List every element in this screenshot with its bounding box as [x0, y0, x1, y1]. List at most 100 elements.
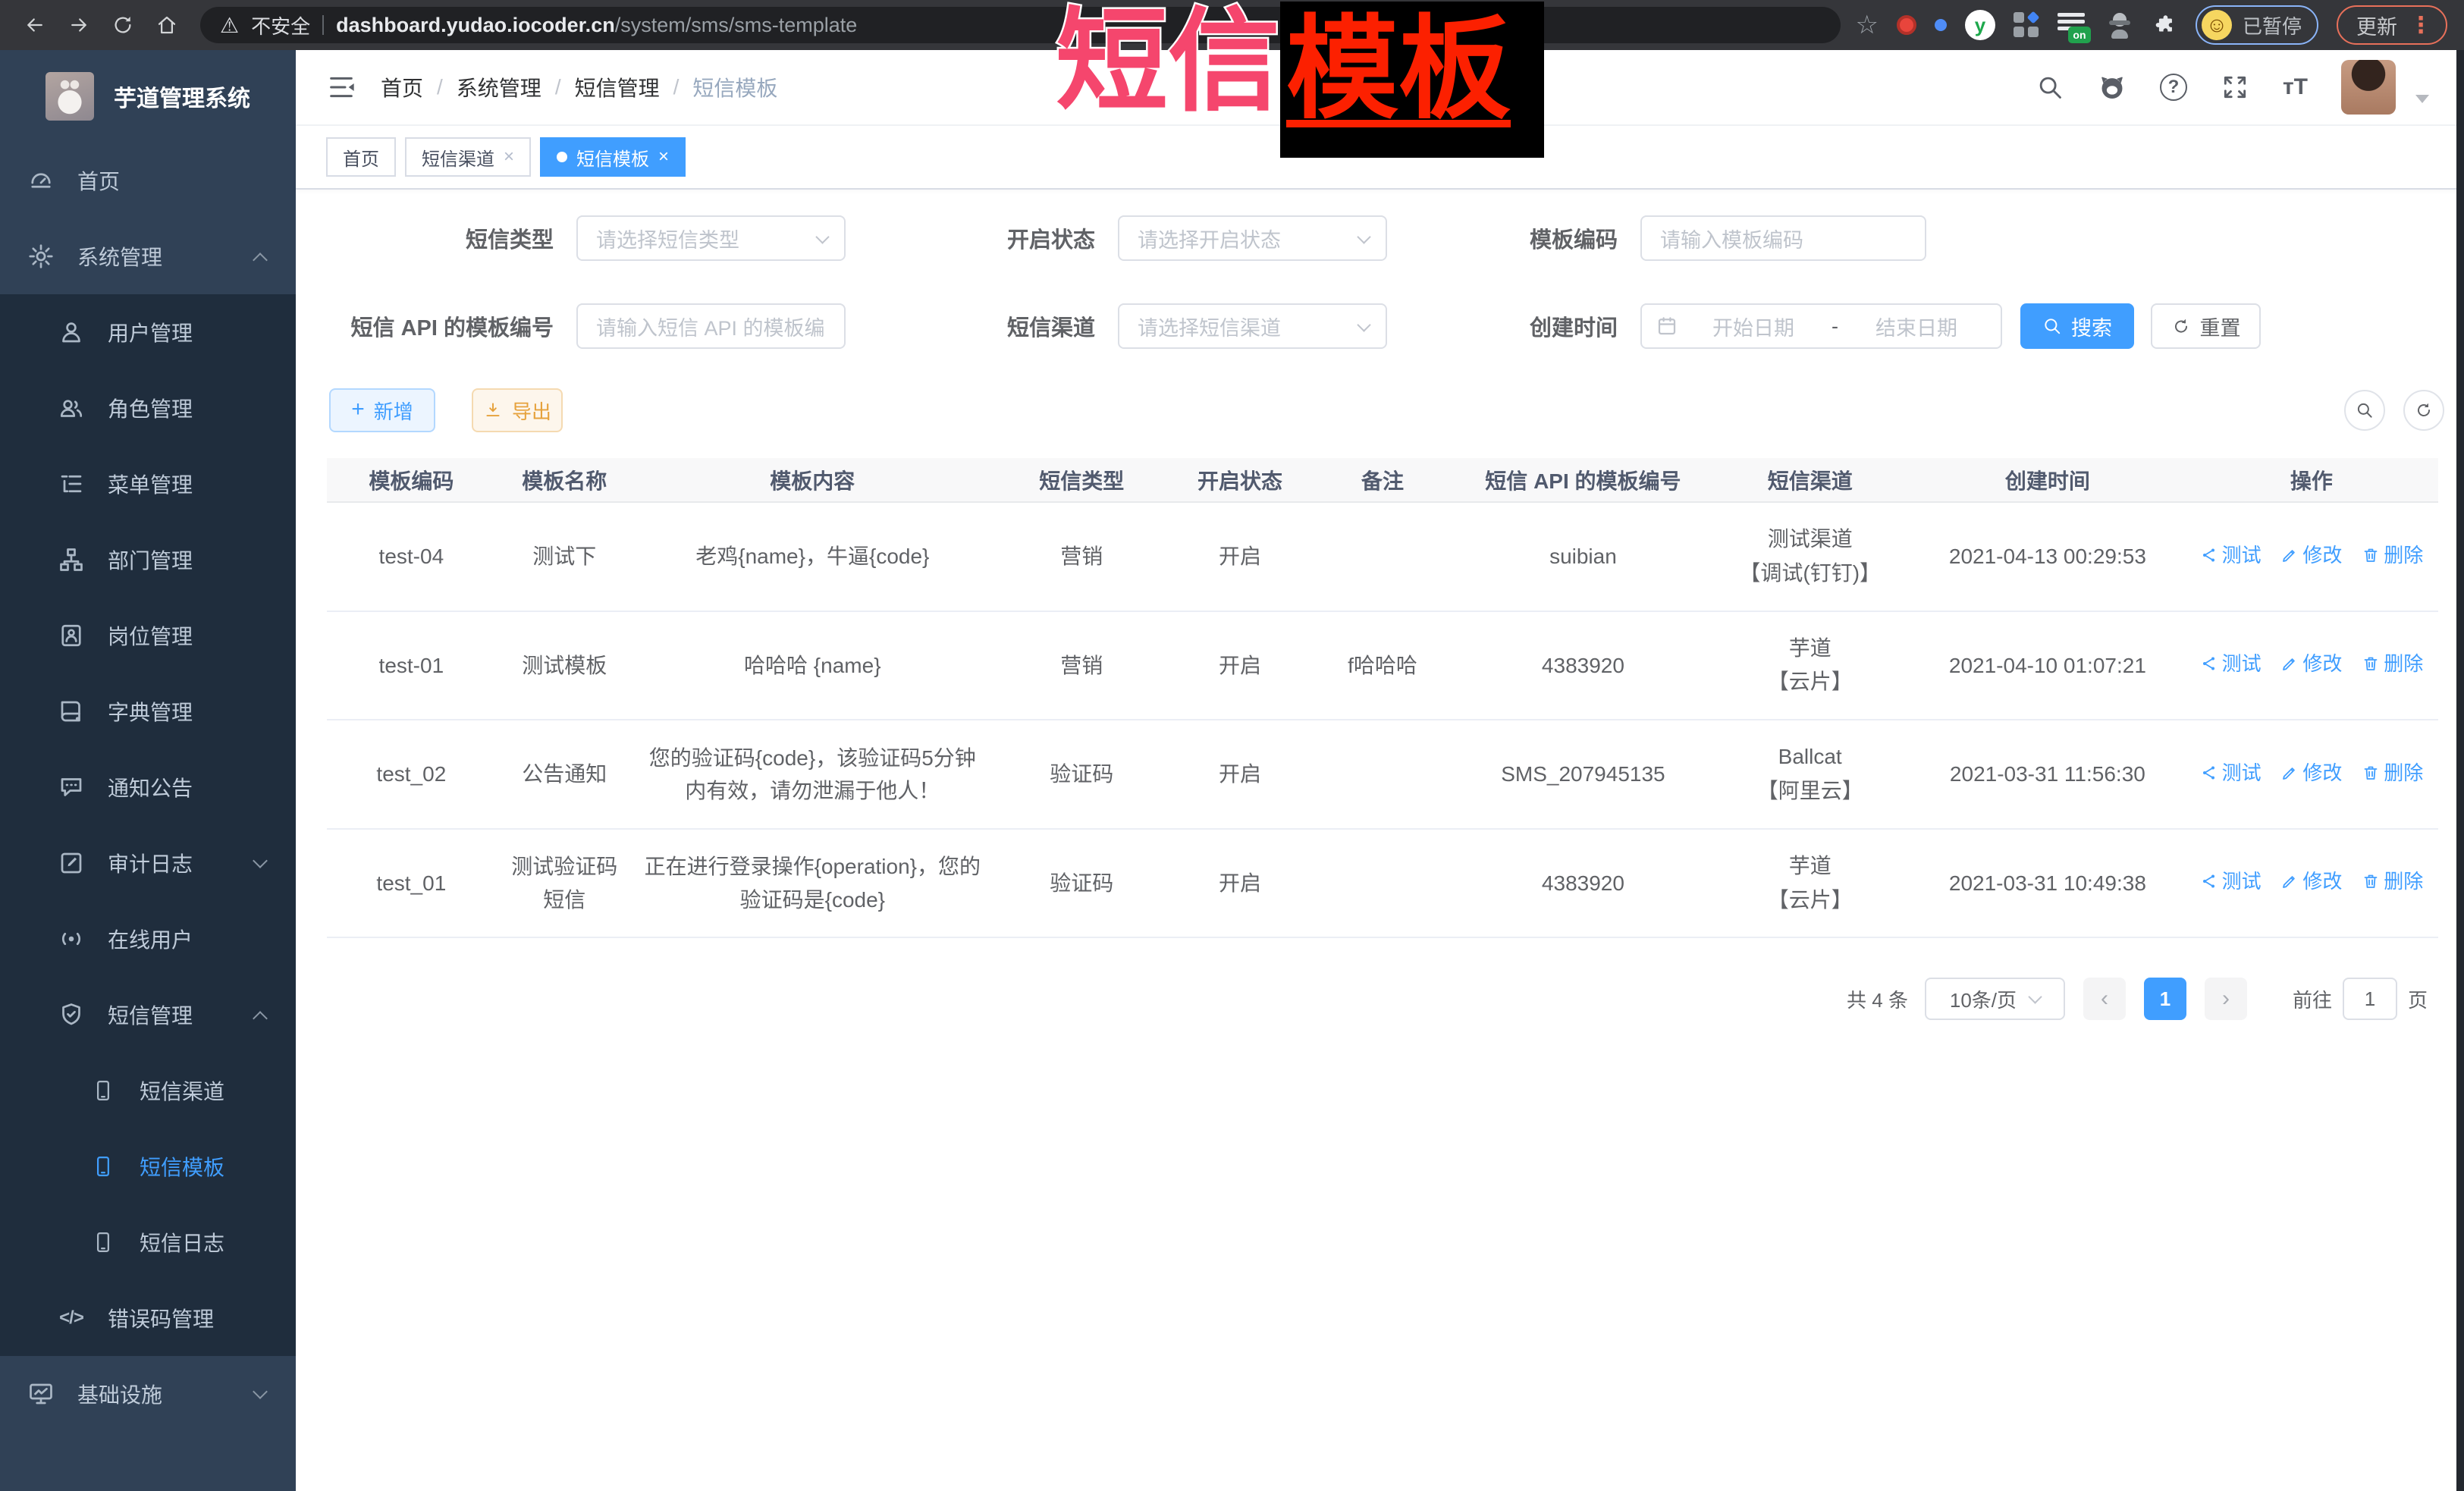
github-icon[interactable]	[2098, 73, 2127, 102]
sms-template-table: 模板编码 模板名称 模板内容 短信类型 开启状态 备注 短信 API 的模板编号…	[327, 458, 2438, 938]
goto-label: 前往	[2293, 985, 2332, 1013]
col-header-actions: 操作	[2185, 458, 2438, 502]
tab-sms-template[interactable]: 短信模板×	[540, 137, 686, 177]
prev-page-button[interactable]: ‹	[2083, 978, 2126, 1020]
reset-button[interactable]: 重置	[2151, 303, 2261, 349]
create-time-range-picker[interactable]: 开始日期 - 结束日期	[1640, 303, 2002, 349]
edit-link[interactable]: 修改	[2280, 648, 2342, 679]
back-arrow-icon[interactable]	[17, 7, 53, 43]
update-pill[interactable]: 更新 ⋮	[2337, 5, 2447, 45]
fold-menu-icon[interactable]	[326, 72, 356, 102]
help-icon[interactable]: ?	[2160, 74, 2187, 101]
export-button[interactable]: 导出	[472, 388, 563, 432]
total-count: 共 4 条	[1847, 985, 1908, 1013]
status-select[interactable]: 请选择开启状态	[1118, 215, 1387, 261]
delete-link[interactable]: 删除	[2362, 758, 2423, 788]
cell-channel: 测试渠道【调试(钉钉)】	[1709, 502, 1910, 611]
refresh-icon[interactable]	[2403, 390, 2444, 431]
template-code-input[interactable]: 请输入模板编码	[1640, 215, 1926, 261]
incognito-extension-icon[interactable]	[2106, 11, 2133, 39]
cell-created: 2021-04-13 00:29:53	[1910, 502, 2185, 611]
sidebar-item-departments[interactable]: 部门管理	[0, 522, 296, 598]
sidebar-item-roles[interactable]: 角色管理	[0, 370, 296, 446]
avatar[interactable]	[2341, 60, 2396, 115]
cell-name: 测试验证码短信	[496, 829, 633, 938]
phone-icon	[88, 1079, 118, 1102]
breadcrumb-current: 短信模板	[692, 72, 777, 102]
app-logo-row[interactable]: 芋道管理系统	[0, 50, 296, 143]
search-button[interactable]: 搜索	[2020, 303, 2134, 349]
sidebar-item-dictionary[interactable]: 字典管理	[0, 673, 296, 749]
sidebar-item-announcements[interactable]: 通知公告	[0, 749, 296, 825]
on-extension-icon[interactable]: on	[2058, 10, 2088, 40]
breadcrumb-system[interactable]: 系统管理	[457, 72, 541, 102]
y-extension-icon[interactable]: y	[1965, 10, 1995, 40]
col-header-name: 模板名称	[496, 458, 633, 502]
sidebar-item-home[interactable]: 首页	[0, 143, 296, 218]
sidebar-item-sms-template[interactable]: 短信模板	[0, 1128, 296, 1204]
search-icon[interactable]	[2036, 73, 2064, 102]
cell-type: 营销	[992, 502, 1172, 611]
tab-home[interactable]: 首页	[326, 137, 396, 177]
sidebar-item-error-codes[interactable]: </> 错误码管理	[0, 1280, 296, 1356]
home-icon[interactable]	[149, 7, 185, 43]
show-search-icon[interactable]	[2344, 390, 2385, 431]
profile-paused-pill[interactable]: ☺ 已暂停	[2196, 5, 2318, 45]
font-size-icon[interactable]: тT	[2283, 74, 2308, 100]
breadcrumb-home[interactable]: 首页	[381, 72, 423, 102]
sidebar-item-online-users[interactable]: 在线用户	[0, 901, 296, 977]
kebab-menu-icon[interactable]: ⋮	[2409, 12, 2432, 39]
url-bar[interactable]: ⚠ 不安全 dashboard.yudao.iocoder.cn/system/…	[200, 7, 1841, 43]
browser-toolbar: ⚠ 不安全 dashboard.yudao.iocoder.cn/system/…	[0, 0, 2464, 50]
caret-down-icon[interactable]	[2415, 95, 2429, 103]
sidebar-item-label: 岗位管理	[108, 620, 193, 651]
sidebar-item-infrastructure[interactable]: 基础设施	[0, 1356, 296, 1432]
test-link-label: 测试	[2222, 540, 2262, 570]
sidebar-item-system[interactable]: 系统管理	[0, 218, 296, 294]
sidebar-item-posts[interactable]: 岗位管理	[0, 598, 296, 673]
star-bookmark-icon[interactable]: ☆	[1856, 10, 1879, 40]
close-icon[interactable]: ×	[504, 146, 514, 168]
sidebar-item-audit-log[interactable]: 审计日志	[0, 825, 296, 901]
sidebar-item-sms[interactable]: 短信管理	[0, 977, 296, 1053]
record-dot-icon[interactable]	[1897, 15, 1916, 35]
tab-sms-channel[interactable]: 短信渠道×	[405, 137, 531, 177]
next-page-button[interactable]: ›	[2205, 978, 2247, 1020]
sidebar-item-sms-channel[interactable]: 短信渠道	[0, 1053, 296, 1128]
cell-channel: 芋道【云片】	[1709, 611, 1910, 720]
reload-icon[interactable]	[105, 7, 141, 43]
api-template-id-input[interactable]: 请输入短信 API 的模板编	[576, 303, 846, 349]
sidebar-item-label: 基础设施	[77, 1379, 162, 1409]
test-link[interactable]: 测试	[2200, 648, 2262, 679]
edit-link[interactable]: 修改	[2280, 758, 2342, 788]
cell-created: 2021-04-10 01:07:21	[1910, 611, 2185, 720]
test-link[interactable]: 测试	[2200, 540, 2262, 570]
test-link[interactable]: 测试	[2200, 866, 2262, 896]
add-button[interactable]: +新增	[329, 388, 435, 432]
puzzle-extension-icon[interactable]	[2152, 12, 2177, 38]
edit-link[interactable]: 修改	[2280, 866, 2342, 896]
delete-link[interactable]: 删除	[2362, 540, 2423, 570]
table-row: test_01 测试验证码短信 正在进行登录操作{operation}，您的验证…	[327, 829, 2438, 938]
page-size-select[interactable]: 10条/页	[1925, 978, 2065, 1020]
fullscreen-icon[interactable]	[2221, 73, 2249, 102]
current-page-button[interactable]: 1	[2144, 978, 2186, 1020]
test-link[interactable]: 测试	[2200, 758, 2262, 788]
filter-row-1: 短信类型 请选择短信类型 开启状态 请选择开启状态 模板编码 请输入模板编码	[296, 215, 2464, 261]
sms-type-select[interactable]: 请选择短信类型	[576, 215, 846, 261]
forward-arrow-icon[interactable]	[61, 7, 97, 43]
breadcrumb-sms[interactable]: 短信管理	[575, 72, 660, 102]
sidebar-item-label: 短信渠道	[140, 1075, 224, 1106]
sidebar-item-users[interactable]: 用户管理	[0, 294, 296, 370]
sidebar-item-menus[interactable]: 菜单管理	[0, 446, 296, 522]
chevron-down-icon	[815, 230, 829, 243]
channel-select[interactable]: 请选择短信渠道	[1118, 303, 1387, 349]
goto-page-input[interactable]: 1	[2343, 978, 2397, 1020]
sidebar-item-sms-log[interactable]: 短信日志	[0, 1204, 296, 1280]
delete-link[interactable]: 删除	[2362, 866, 2423, 896]
edit-link[interactable]: 修改	[2280, 540, 2342, 570]
grid-extension-icon[interactable]	[2014, 12, 2039, 38]
close-icon[interactable]: ×	[658, 146, 669, 168]
table-row: test_02 公告通知 您的验证码{code}，该验证码5分钟内有效，请勿泄漏…	[327, 720, 2438, 829]
delete-link[interactable]: 删除	[2362, 648, 2423, 679]
